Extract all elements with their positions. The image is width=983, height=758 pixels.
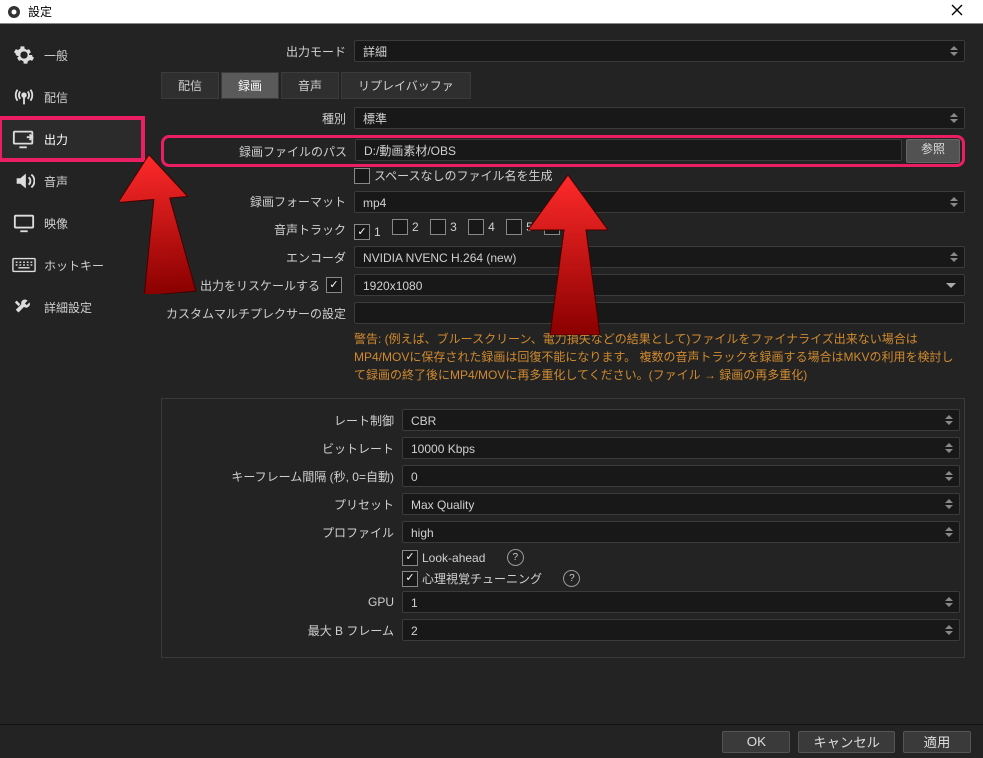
- apply-button[interactable]: 適用: [903, 731, 971, 753]
- rescale-label: 出力をリスケールする: [200, 277, 320, 294]
- recording-path-highlight: 録画ファイルのパス D:/動画素材/OBS 参照: [161, 135, 965, 167]
- monitor-icon: [12, 211, 36, 235]
- monitor-output-icon: [12, 127, 36, 151]
- muxer-label: カスタムマルチプレクサーの設定: [161, 305, 354, 322]
- footer: OK キャンセル 適用: [0, 724, 983, 758]
- settings-window: 設定 一般 配信 出力: [0, 0, 983, 758]
- sidebar-item-label: 出力: [44, 131, 68, 148]
- sidebar-item-label: 一般: [44, 47, 68, 64]
- browse-button[interactable]: 参照: [906, 139, 960, 163]
- preset-select[interactable]: Max Quality: [402, 493, 960, 515]
- audio-track-6[interactable]: 6: [544, 219, 571, 235]
- keyboard-icon: [12, 253, 36, 277]
- rescale-checkbox[interactable]: [326, 277, 342, 293]
- tools-icon: [12, 295, 36, 319]
- tab-audio[interactable]: 音声: [281, 72, 339, 99]
- format-label: 録画フォーマット: [161, 193, 354, 210]
- sidebar: 一般 配信 出力 音声: [0, 24, 143, 724]
- rate-control-select[interactable]: CBR: [402, 409, 960, 431]
- sidebar-item-label: 映像: [44, 215, 68, 232]
- ok-button[interactable]: OK: [722, 731, 790, 753]
- sidebar-item-label: 詳細設定: [44, 299, 92, 316]
- no-space-filename-checkbox[interactable]: スペースなしのファイル名を生成: [354, 167, 553, 184]
- format-select[interactable]: mp4: [354, 191, 965, 213]
- bitrate-label: ビットレート: [166, 440, 402, 457]
- keyframe-label: キーフレーム間隔 (秒, 0=自動): [166, 468, 402, 485]
- window-title: 設定: [28, 3, 937, 20]
- max-bframes-input[interactable]: 2: [402, 619, 960, 641]
- psycho-visual-checkbox[interactable]: 心理視覚チューニング: [402, 570, 542, 587]
- sidebar-item-advanced[interactable]: 詳細設定: [0, 286, 143, 328]
- tab-record[interactable]: 録画: [221, 72, 279, 99]
- rescale-select[interactable]: 1920x1080: [354, 274, 965, 296]
- output-mode-label: 出力モード: [161, 43, 354, 60]
- sidebar-item-label: ホットキー: [44, 257, 104, 274]
- audio-track-4[interactable]: 4: [468, 219, 495, 235]
- encoder-settings-box: レート制御 CBR ビットレート 10000 Kbps キーフレーム間隔 (秒,…: [161, 398, 965, 658]
- tab-stream[interactable]: 配信: [161, 72, 219, 99]
- profile-label: プロファイル: [166, 524, 402, 541]
- lookahead-checkbox[interactable]: Look-ahead: [402, 550, 485, 566]
- max-bframes-label: 最大 B フレーム: [166, 622, 402, 639]
- sidebar-item-label: 音声: [44, 173, 68, 190]
- output-mode-select[interactable]: 詳細: [354, 40, 965, 62]
- sidebar-item-audio[interactable]: 音声: [0, 160, 143, 202]
- audio-track-5[interactable]: 5: [506, 219, 533, 235]
- sidebar-item-label: 配信: [44, 89, 68, 106]
- speaker-icon: [12, 169, 36, 193]
- sidebar-item-output[interactable]: 出力: [0, 118, 143, 160]
- gpu-label: GPU: [166, 595, 402, 609]
- preset-label: プリセット: [166, 496, 402, 513]
- audio-track-label: 音声トラック: [161, 221, 354, 238]
- type-label: 種別: [161, 110, 354, 127]
- psycho-help-icon[interactable]: ?: [563, 570, 580, 587]
- recording-path-label: 録画ファイルのパス: [166, 143, 355, 160]
- gear-icon: [12, 43, 36, 67]
- cancel-button[interactable]: キャンセル: [798, 731, 895, 753]
- encoder-select[interactable]: NVIDIA NVENC H.264 (new): [354, 246, 965, 268]
- app-icon: [6, 4, 22, 20]
- type-select[interactable]: 標準: [354, 107, 965, 129]
- rate-control-label: レート制御: [166, 412, 402, 429]
- bitrate-input[interactable]: 10000 Kbps: [402, 437, 960, 459]
- warning-text: 警告: (例えば、ブルースクリーン、電力損失などの結果として)ファイルをファイナ…: [161, 330, 965, 384]
- output-tabs: 配信 録画 音声 リプレイバッファ: [161, 72, 965, 99]
- titlebar: 設定: [0, 0, 983, 24]
- close-button[interactable]: [937, 4, 977, 19]
- recording-path-input[interactable]: D:/動画素材/OBS: [355, 139, 902, 161]
- sidebar-item-hotkeys[interactable]: ホットキー: [0, 244, 143, 286]
- muxer-input[interactable]: [354, 302, 965, 324]
- keyframe-input[interactable]: 0: [402, 465, 960, 487]
- gpu-input[interactable]: 1: [402, 591, 960, 613]
- sidebar-item-general[interactable]: 一般: [0, 34, 143, 76]
- antenna-icon: [12, 85, 36, 109]
- main-panel: 出力モード 詳細 配信 録画 音声 リプレイバッファ 種別: [143, 24, 983, 724]
- sidebar-item-video[interactable]: 映像: [0, 202, 143, 244]
- lookahead-help-icon[interactable]: ?: [507, 549, 524, 566]
- encoder-label: エンコーダ: [161, 249, 354, 266]
- audio-track-2[interactable]: 2: [392, 219, 419, 235]
- audio-track-3[interactable]: 3: [430, 219, 457, 235]
- audio-track-1[interactable]: 1: [354, 224, 381, 240]
- profile-select[interactable]: high: [402, 521, 960, 543]
- sidebar-item-stream[interactable]: 配信: [0, 76, 143, 118]
- tab-replay-buffer[interactable]: リプレイバッファ: [341, 72, 471, 99]
